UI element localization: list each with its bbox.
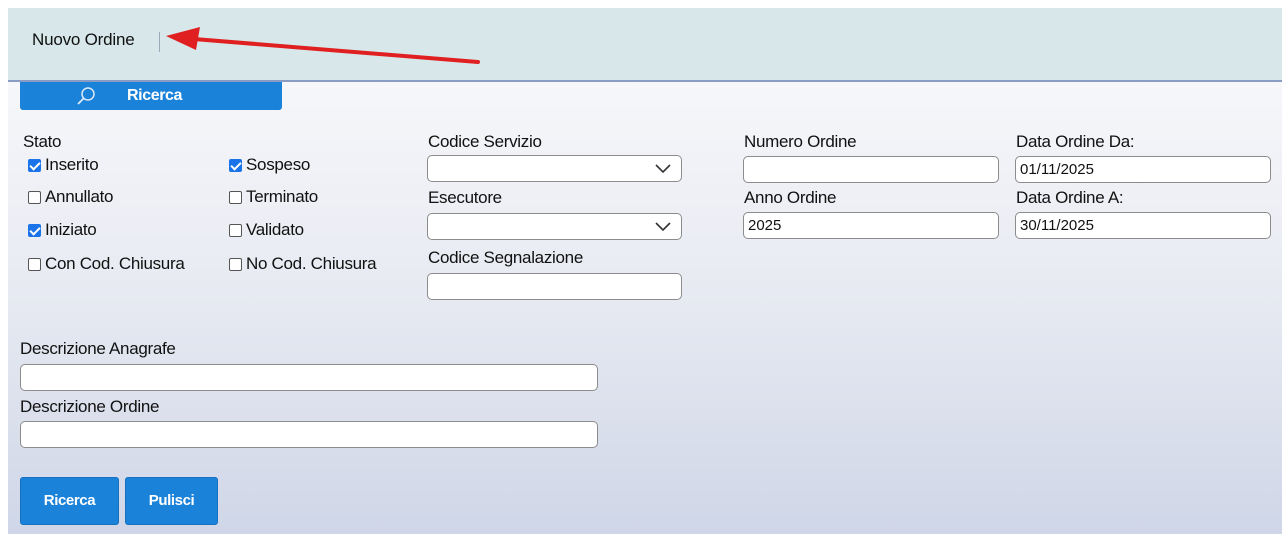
data-ordine-da-input[interactable]: 01/11/2025 [1015, 156, 1271, 183]
numero-ordine-input[interactable] [743, 156, 999, 183]
checkbox-no-cod-chiusura[interactable]: No Cod. Chiusura [229, 254, 377, 274]
data-ordine-a-input[interactable]: 30/11/2025 [1015, 212, 1271, 239]
search-tab[interactable]: Ricerca [20, 82, 282, 110]
checkbox-con-cod-chiusura-label: Con Cod. Chiusura [45, 254, 185, 273]
checkbox-con-cod-chiusura[interactable]: Con Cod. Chiusura [28, 254, 185, 274]
checkbox-sospeso-box[interactable] [229, 158, 242, 172]
data-ordine-a-label: Data Ordine A: [1016, 188, 1124, 207]
descrizione-ordine-label: Descrizione Ordine [20, 397, 160, 416]
data-ordine-da-label: Data Ordine Da: [1016, 132, 1135, 151]
ricerca-button[interactable]: Ricerca [20, 477, 119, 525]
checkbox-inserito[interactable]: Inserito [28, 155, 99, 175]
chevron-down-icon [655, 161, 671, 178]
anno-ordine-label: Anno Ordine [744, 188, 837, 207]
checkbox-annullato[interactable]: Annullato [28, 187, 114, 207]
checkbox-no-cod-chiusura-label: No Cod. Chiusura [246, 254, 377, 273]
anno-ordine-input[interactable]: 2025 [743, 212, 999, 239]
chevron-down-icon [655, 219, 671, 236]
codice-servizio-label: Codice Servizio [428, 132, 542, 151]
search-icon [76, 86, 98, 111]
esecutore-label: Esecutore [428, 188, 502, 207]
codice-servizio-select[interactable] [427, 155, 682, 182]
descrizione-anagrafe-input[interactable] [20, 364, 598, 391]
checkbox-inserito-label: Inserito [45, 155, 99, 174]
checkbox-terminato-box[interactable] [229, 190, 242, 204]
checkbox-terminato[interactable]: Terminato [229, 187, 318, 207]
checkbox-terminato-label: Terminato [246, 187, 318, 206]
descrizione-anagrafe-label: Descrizione Anagrafe [20, 339, 176, 358]
checkbox-validato-label: Validato [246, 220, 304, 239]
checkbox-iniziato[interactable]: Iniziato [28, 220, 97, 240]
checkbox-validato-box[interactable] [229, 223, 242, 237]
checkbox-inserito-box[interactable] [28, 158, 41, 172]
page-title: Nuovo Ordine [32, 30, 135, 49]
annotation-arrow-icon [166, 27, 480, 64]
checkbox-annullato-label: Annullato [45, 187, 114, 206]
checkbox-sospeso[interactable]: Sospeso [229, 155, 310, 175]
checkbox-iniziato-label: Iniziato [45, 220, 97, 239]
pulisci-button[interactable]: Pulisci [125, 477, 218, 525]
checkbox-annullato-box[interactable] [28, 190, 41, 204]
esecutore-select[interactable] [427, 213, 682, 240]
checkbox-sospeso-label: Sospeso [246, 155, 311, 174]
checkbox-con-cod-chiusura-box[interactable] [28, 257, 41, 271]
checkbox-iniziato-box[interactable] [28, 223, 41, 237]
codice-segnalazione-label: Codice Segnalazione [428, 248, 583, 267]
codice-segnalazione-input[interactable] [427, 273, 682, 300]
numero-ordine-label: Numero Ordine [744, 132, 857, 151]
checkbox-validato[interactable]: Validato [229, 220, 304, 240]
stato-label: Stato [23, 132, 62, 151]
search-tab-label: Ricerca [127, 87, 183, 104]
descrizione-ordine-input[interactable] [20, 421, 598, 448]
checkbox-no-cod-chiusura-box[interactable] [229, 257, 242, 271]
